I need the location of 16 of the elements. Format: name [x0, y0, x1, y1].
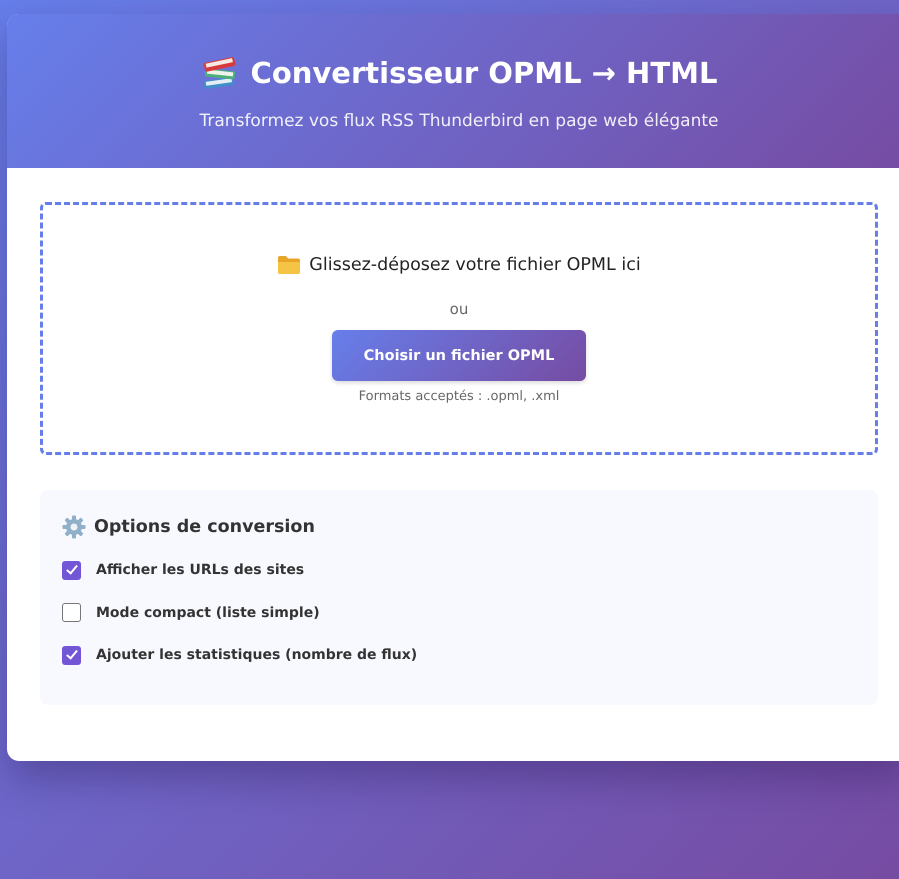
options-title: Options de conversion: [94, 516, 315, 539]
file-drop-zone[interactable]: Glissez-déposez votre fichier OPML ici ou Choisir un fichier OPML Formats acceptés : .opml, .xml: [40, 202, 878, 455]
app-subtitle: Transformez vos flux RSS Thunderbird en page web élégante: [200, 110, 718, 133]
drop-prompt: Glissez-déposez votre fichier OPML ici: [309, 254, 641, 277]
checkbox[interactable]: [62, 646, 81, 664]
choose-file-button[interactable]: Choisir un fichier OPML: [332, 330, 586, 381]
gear-icon: [62, 515, 86, 539]
folder-icon: [277, 255, 302, 275]
checkbox-label[interactable]: Mode compact (liste simple): [96, 600, 320, 624]
checkbox-label[interactable]: Afficher les URLs des sites: [96, 558, 304, 582]
app-title: Convertisseur OPML → HTML: [250, 55, 718, 92]
checkbox[interactable]: [62, 560, 81, 580]
separator-text: ou: [450, 299, 468, 320]
checkbox[interactable]: [62, 603, 81, 622]
accepted-formats: Formats acceptés : .opml, .xml: [358, 388, 560, 406]
checkbox-label[interactable]: Ajouter les statistiques (nombre de flux): [96, 643, 418, 667]
